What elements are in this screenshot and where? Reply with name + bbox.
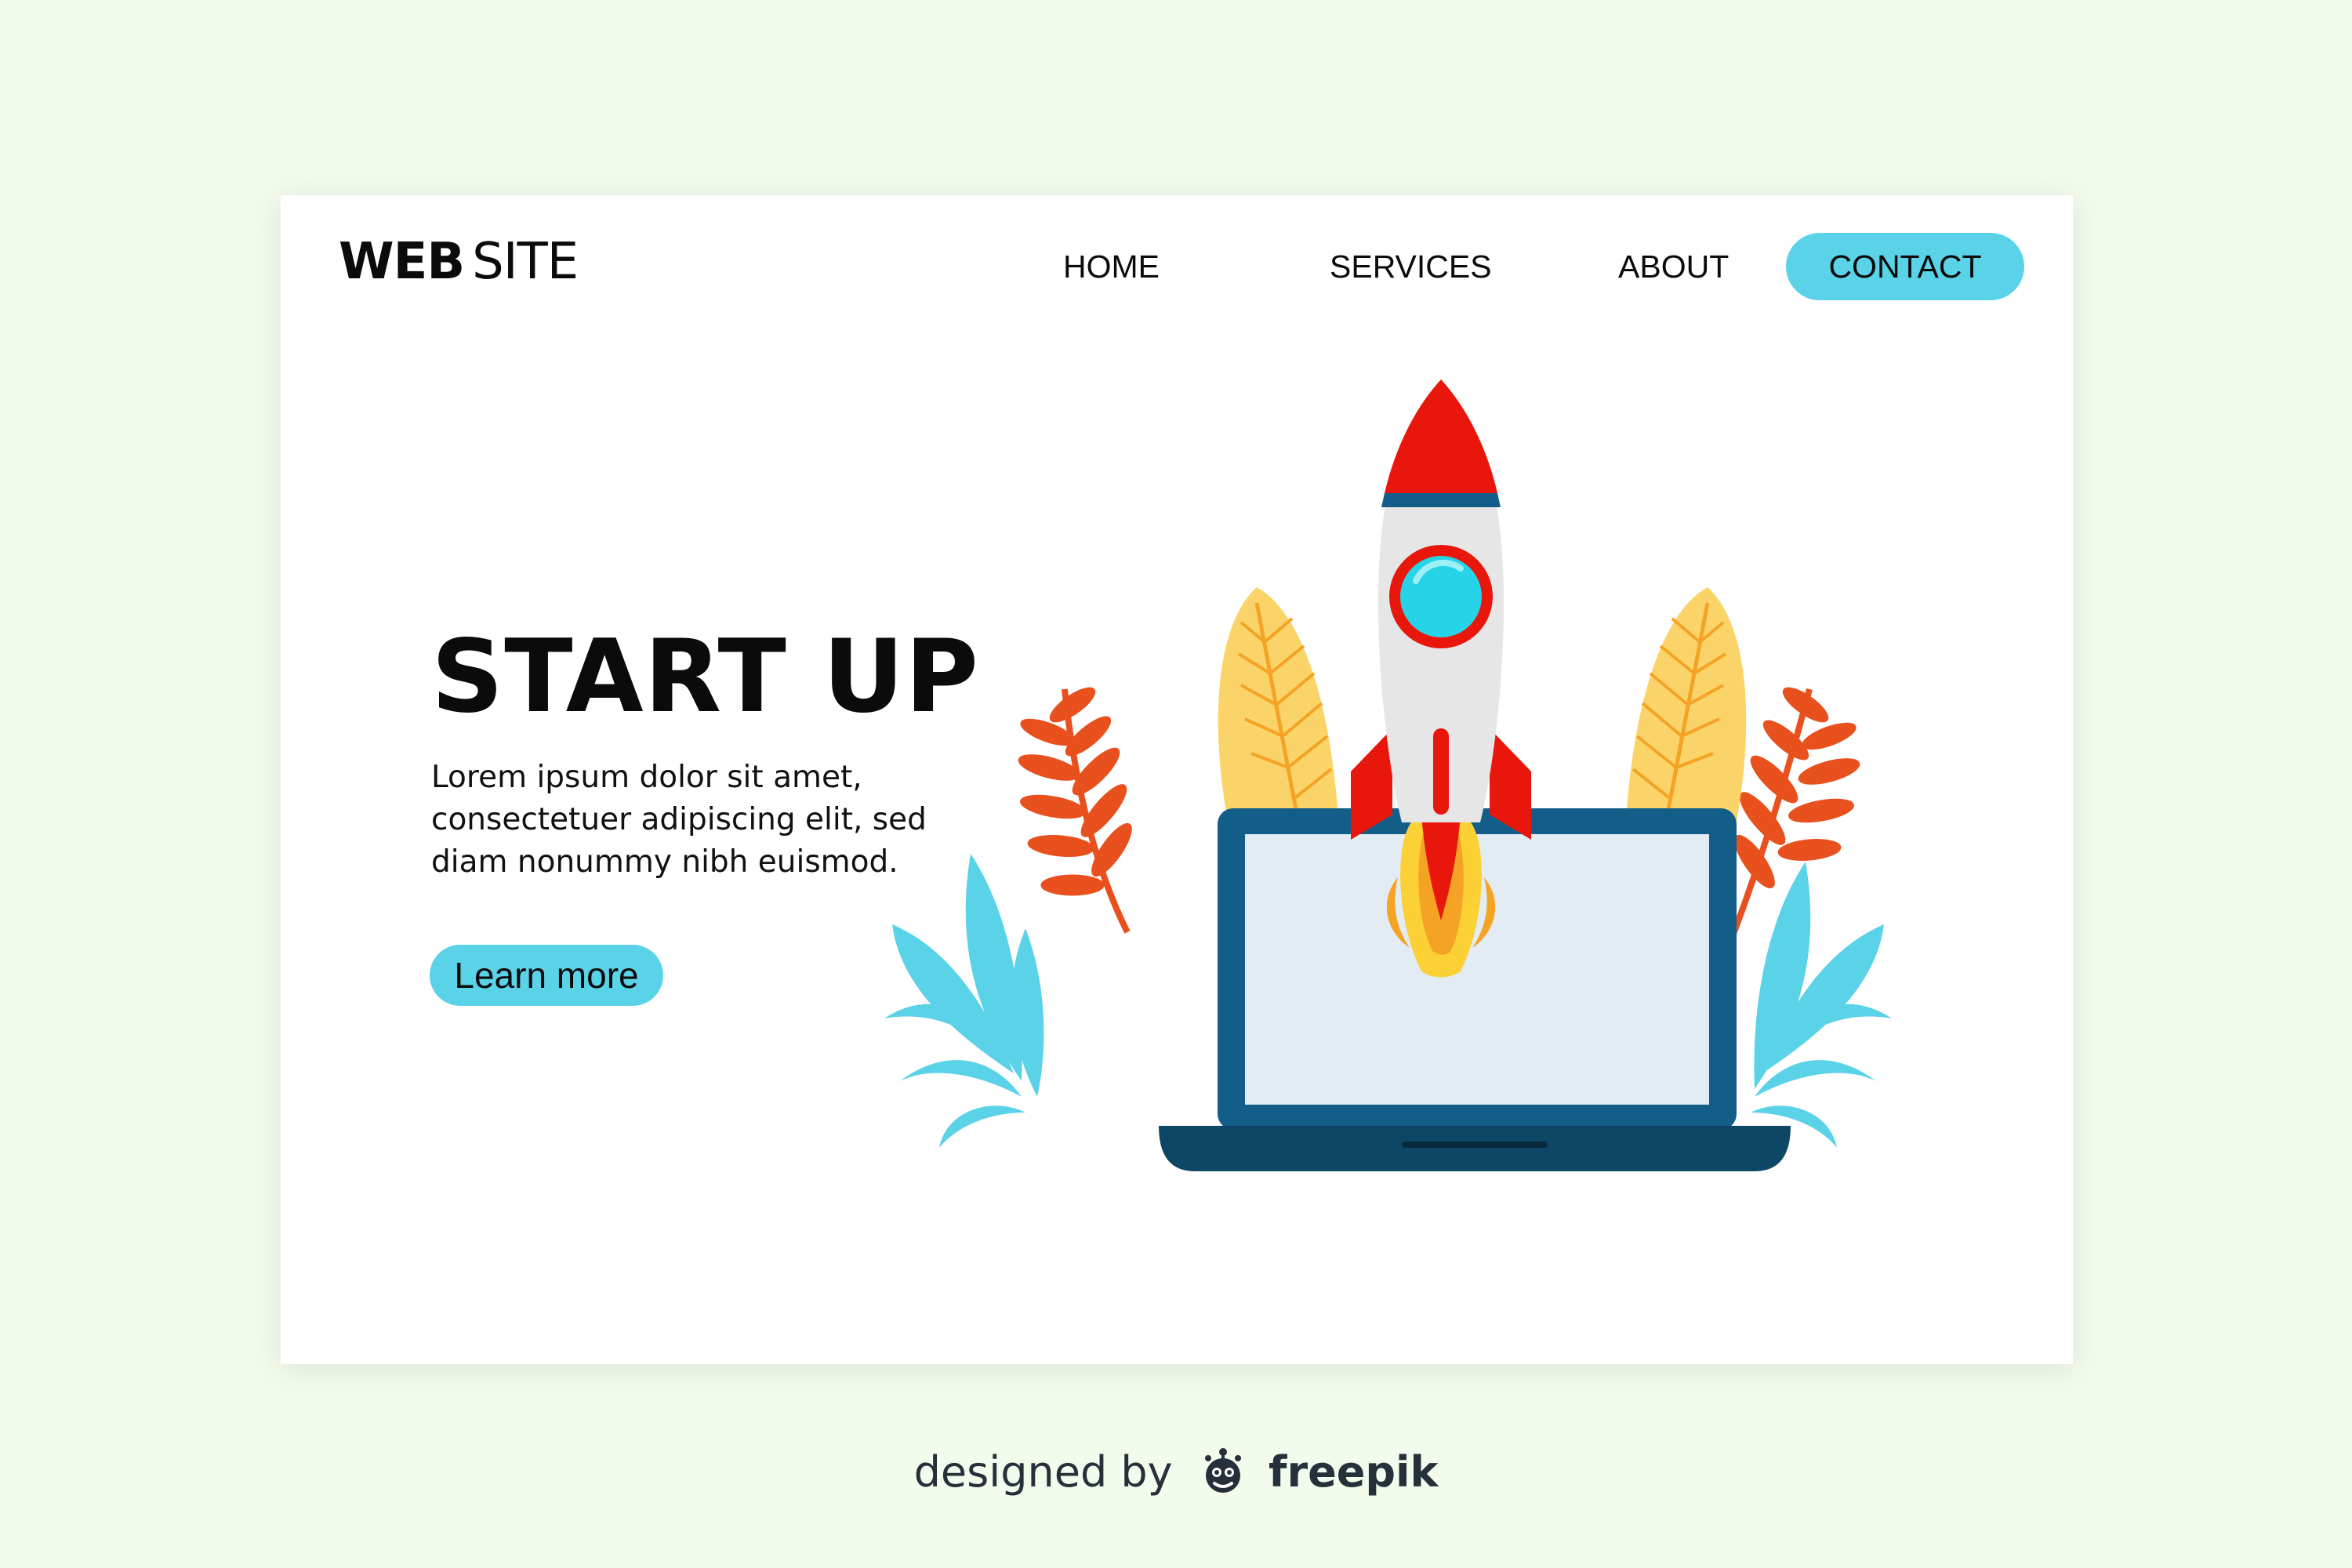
yellow-leaf-right-icon [1625, 587, 1747, 831]
blue-leaf-left-icon [884, 854, 1044, 1148]
freepik-logo-icon [1204, 1448, 1241, 1494]
startup-illustration [884, 379, 1892, 1171]
blue-leaf-right-icon [1751, 862, 1892, 1148]
footer-prefix: designed by [913, 1446, 1173, 1497]
footer-credit: designed by freepik [0, 1444, 2352, 1507]
footer-brand[interactable]: freepik [1269, 1447, 1438, 1497]
landing-card: WEB SITE HOME SERVICES ABOUT CONTACT STAR… [281, 195, 2073, 1364]
yellow-leaf-left-icon [1218, 587, 1339, 831]
orange-fern-left-icon [1018, 687, 1132, 934]
